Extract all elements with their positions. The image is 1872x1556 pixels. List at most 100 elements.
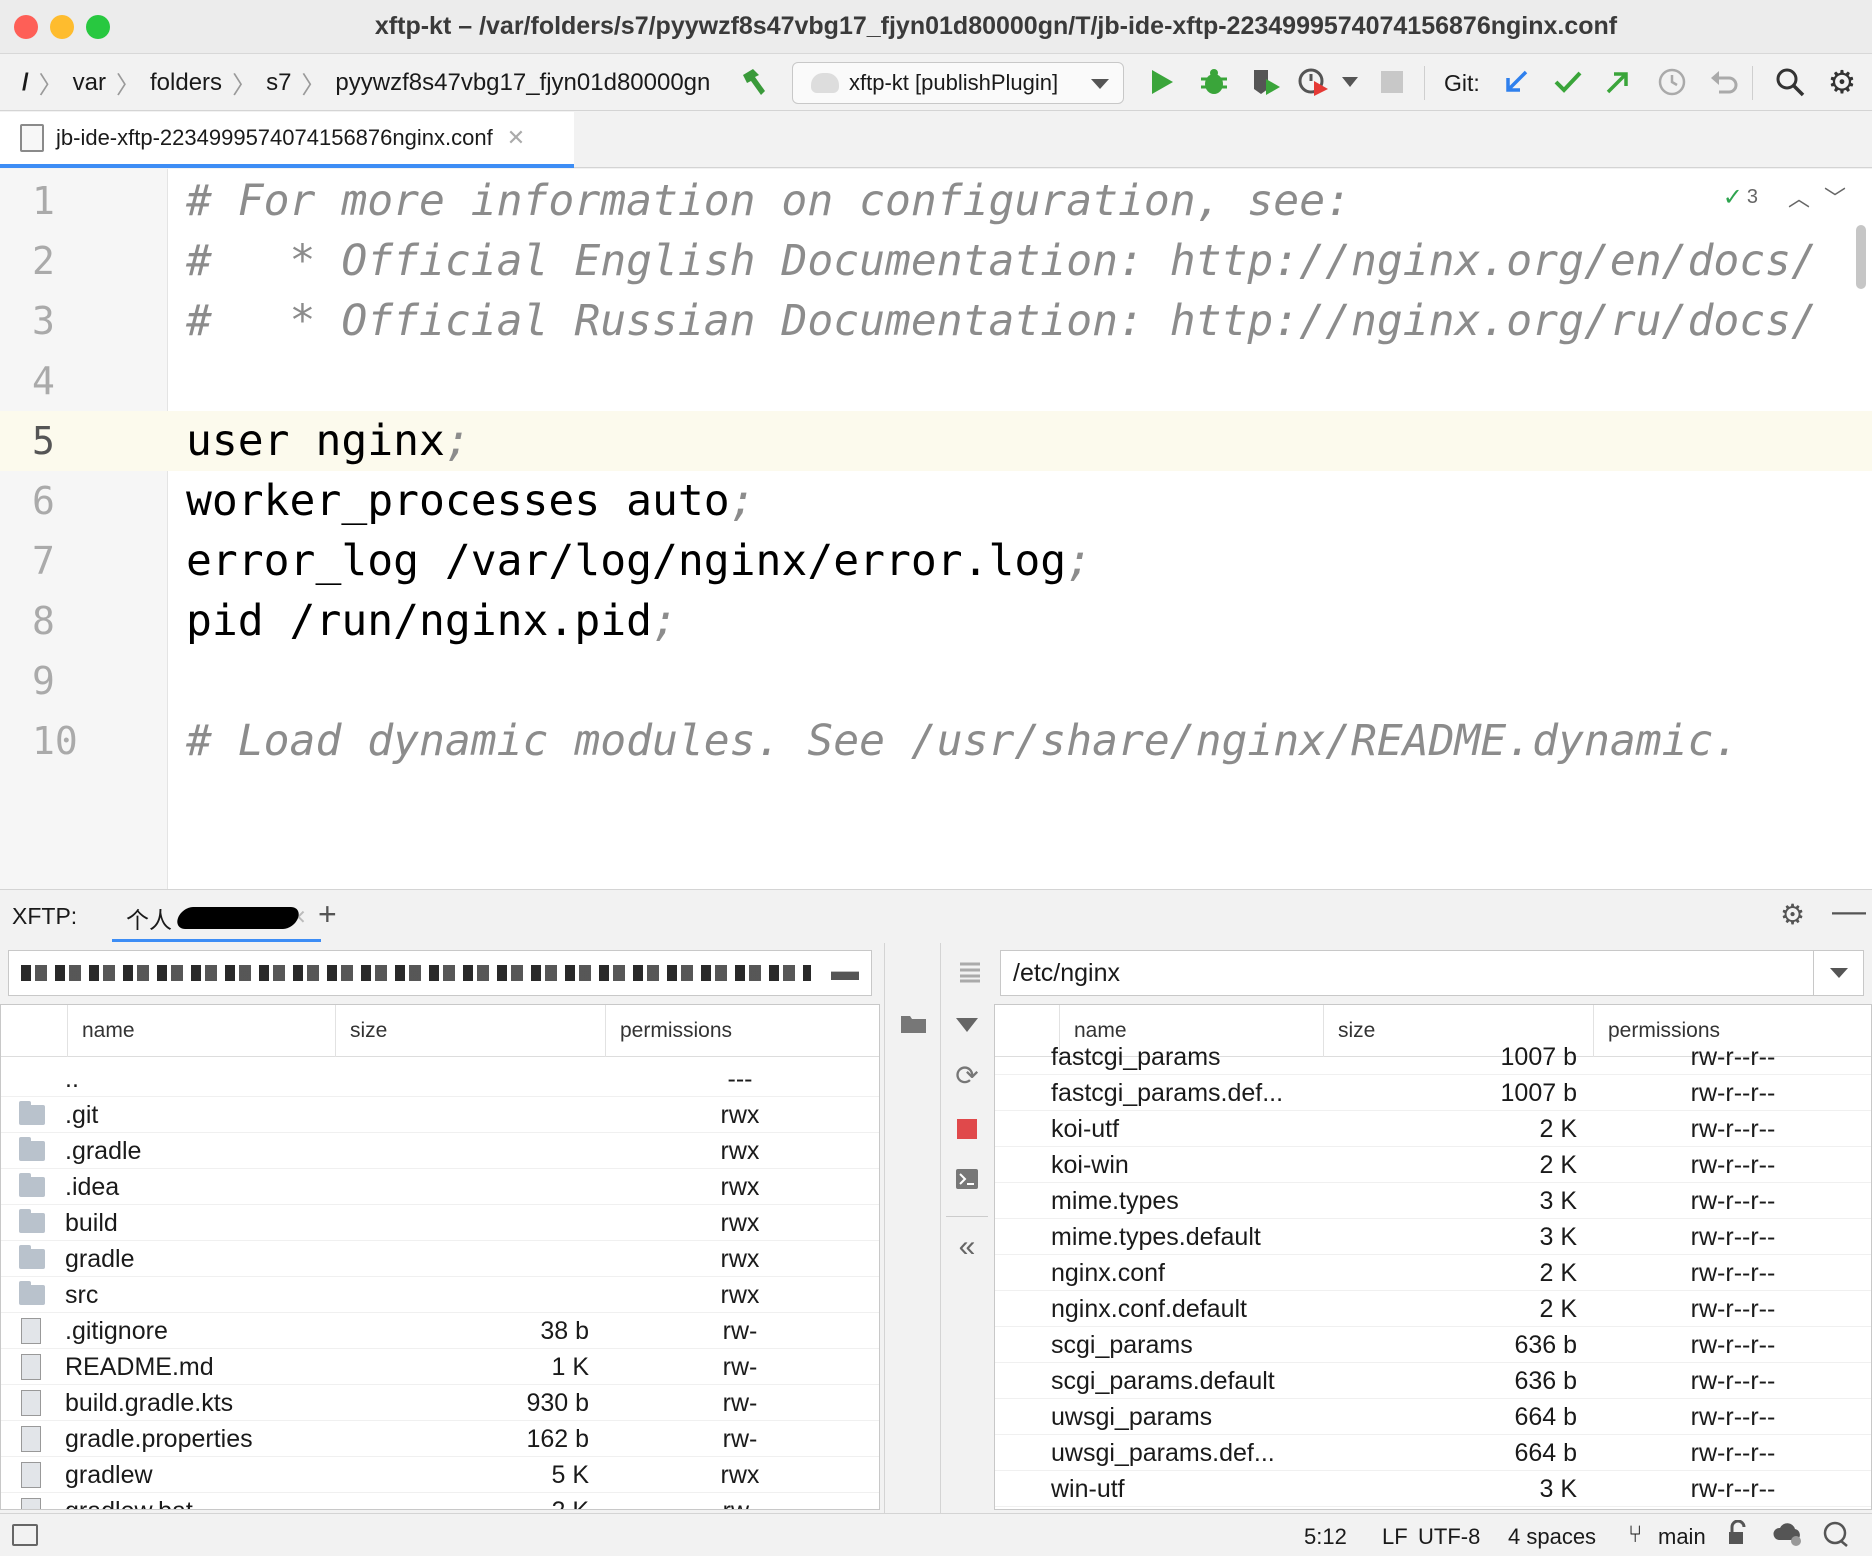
table-row[interactable]: koi-win 2 K rw-r--r--	[995, 1147, 1871, 1183]
run-icon[interactable]	[1144, 64, 1180, 100]
stop-icon[interactable]	[952, 1114, 982, 1144]
table-row[interactable]: build rwx	[1, 1205, 879, 1241]
table-row[interactable]: nginx.conf 2 K rw-r--r--	[995, 1255, 1871, 1291]
table-row[interactable]: win-utf 3 K rw-r--r--	[995, 1471, 1871, 1507]
remote-path-field[interactable]: /etc/nginx	[1000, 950, 1864, 996]
table-row[interactable]: .git rwx	[1, 1097, 879, 1133]
table-row[interactable]: koi-utf 2 K rw-r--r--	[995, 1111, 1871, 1147]
table-row[interactable]: .gitignore 38 b rw-	[1, 1313, 879, 1349]
add-session-button[interactable]: +	[318, 896, 337, 933]
transfer-toolbar	[884, 943, 940, 1513]
editor-tab[interactable]: jb-ide-xftp-2234999574074156876nginx.con…	[0, 112, 574, 168]
double-chevron-left-icon[interactable]: «	[952, 1230, 982, 1263]
rollback-icon[interactable]	[1706, 64, 1742, 100]
panel-toggle-icon[interactable]	[12, 1524, 38, 1546]
column-permissions[interactable]: permissions	[605, 1005, 879, 1057]
download-arrow-icon[interactable]	[952, 1010, 982, 1040]
table-row[interactable]: fastcgi_params.def... 1007 b rw-r--r--	[995, 1075, 1871, 1111]
table-row[interactable]: gradle rwx	[1, 1241, 879, 1277]
table-row[interactable]: uwsgi_params 664 b rw-r--r--	[995, 1399, 1871, 1435]
notifications-icon[interactable]	[1822, 1520, 1850, 1554]
table-row[interactable]: gradlew 5 K rwx	[1, 1457, 879, 1493]
open-folder-icon[interactable]	[899, 1009, 929, 1039]
breadcrumb-item[interactable]: s7	[266, 69, 291, 97]
minimize-icon[interactable]: —	[1832, 892, 1866, 931]
code-line[interactable]: 3 # * Official Russian Documentation: htt…	[0, 291, 1872, 351]
breadcrumb-item[interactable]: /	[22, 69, 29, 97]
code-line[interactable]: 4	[0, 351, 1872, 411]
table-row[interactable]: .gradle rwx	[1, 1133, 879, 1169]
code-editor[interactable]: 1 # For more information on configuration…	[0, 169, 1872, 889]
coverage-icon[interactable]	[1248, 64, 1284, 100]
code-line[interactable]: 1 # For more information on configuration…	[0, 171, 1872, 231]
search-icon[interactable]	[1772, 64, 1808, 100]
minus-icon[interactable]: ▬	[831, 955, 859, 987]
file-encoding[interactable]: UTF-8	[1418, 1524, 1480, 1550]
line-separator[interactable]: LF	[1382, 1524, 1408, 1550]
code-line[interactable]: 9	[0, 651, 1872, 711]
profile-icon[interactable]	[1296, 64, 1332, 100]
code-line[interactable]: 10 # Load dynamic modules. See /usr/share…	[0, 711, 1872, 771]
debug-icon[interactable]	[1196, 64, 1232, 100]
table-row[interactable]: .. ---	[1, 1061, 879, 1097]
breadcrumb-item[interactable]: folders	[150, 69, 222, 97]
column-size[interactable]: size	[335, 1005, 605, 1057]
file-name: .gitignore	[65, 1316, 168, 1345]
table-row[interactable]: build.gradle.kts 930 b rw-	[1, 1385, 879, 1421]
chevron-up-icon[interactable]: ︿	[1788, 181, 1810, 213]
table-row[interactable]: uwsgi_params.def... 664 b rw-r--r--	[995, 1435, 1871, 1471]
table-row[interactable]: gradlew.bat 2 K rw-	[1, 1493, 879, 1509]
refresh-icon[interactable]: ⟳	[952, 1060, 982, 1091]
caret-position[interactable]: 5:12	[1304, 1524, 1347, 1550]
table-row[interactable]: gradle.properties 162 b rw-	[1, 1421, 879, 1457]
hammer-icon[interactable]	[736, 64, 772, 100]
file-name: nginx.conf.default	[1051, 1294, 1247, 1323]
inspection-widget[interactable]: ✓ 3 ︿ ﹀	[1723, 181, 1846, 213]
inspection-count: 3	[1746, 185, 1758, 208]
table-row[interactable]: mime.types.default 3 K rw-r--r--	[995, 1219, 1871, 1255]
terminal-icon[interactable]	[952, 1164, 982, 1194]
cloud-settings-icon[interactable]	[1772, 1520, 1804, 1554]
xftp-session-tab[interactable]: 个人 ✕	[112, 896, 321, 942]
code-line[interactable]: 2 # * Official English Documentation: htt…	[0, 231, 1872, 291]
table-row[interactable]: src rwx	[1, 1277, 879, 1313]
table-row[interactable]: README.md 1 K rw-	[1, 1349, 879, 1385]
table-row[interactable]: nginx.conf.default 2 K rw-r--r--	[995, 1291, 1871, 1327]
local-file-table[interactable]: name size permissions .. --- .git rwx .gradl…	[0, 1004, 880, 1510]
git-push-icon[interactable]	[1600, 64, 1636, 100]
code-line[interactable]: 8 pid /run/nginx.pid;	[0, 591, 1872, 651]
lock-icon[interactable]	[1726, 1519, 1752, 1552]
list-icon[interactable]	[955, 957, 985, 987]
settings-icon[interactable]: ⚙	[1824, 64, 1860, 100]
history-icon[interactable]	[1654, 64, 1690, 100]
remote-file-table[interactable]: name size permissions fastcgi_params 1007…	[994, 1004, 1872, 1510]
table-row[interactable]: scgi_params.default 636 b rw-r--r--	[995, 1363, 1871, 1399]
vertical-scrollbar[interactable]	[1856, 225, 1866, 289]
breadcrumb-item[interactable]: var	[73, 69, 106, 97]
title-bar: xftp-kt – /var/folders/s7/pyywzf8s47vbg1…	[0, 0, 1872, 54]
code-line[interactable]: 6 worker_processes auto;	[0, 471, 1872, 531]
file-size	[335, 1241, 589, 1277]
code-text: # * Official Russian Documentation: http…	[186, 296, 1817, 346]
breadcrumb-item[interactable]: pyywzf8s47vbg17_fjyn01d80000gn	[335, 69, 710, 97]
indent-setting[interactable]: 4 spaces	[1508, 1524, 1596, 1550]
git-branch[interactable]: main	[1658, 1524, 1706, 1550]
table-row[interactable]: scgi_params 636 b rw-r--r--	[995, 1327, 1871, 1363]
table-row[interactable]: .idea rwx	[1, 1169, 879, 1205]
chevron-down-icon[interactable]: ﹀	[1824, 181, 1846, 213]
code-line[interactable]: 7 error_log /var/log/nginx/error.log;	[0, 531, 1872, 591]
code-line[interactable]: 5 user nginx;	[0, 411, 1872, 471]
git-commit-icon[interactable]	[1550, 64, 1586, 100]
git-update-icon[interactable]	[1498, 64, 1534, 100]
chevron-down-icon[interactable]	[1813, 951, 1863, 995]
table-row[interactable]: mime.types 3 K rw-r--r--	[995, 1183, 1871, 1219]
git-label: Git:	[1444, 70, 1480, 96]
chevron-down-icon[interactable]	[1336, 64, 1364, 100]
column-name[interactable]: name	[67, 1005, 335, 1057]
run-configuration-select[interactable]: xftp-kt [publishPlugin]	[792, 62, 1124, 104]
file-size: 664 b	[1514, 1438, 1577, 1467]
settings-icon[interactable]: ⚙	[1780, 898, 1805, 931]
table-row[interactable]: fastcgi_params 1007 b rw-r--r--	[995, 1039, 1871, 1075]
local-path-field[interactable]: ▬	[8, 950, 872, 996]
close-icon[interactable]: ✕	[507, 125, 525, 151]
